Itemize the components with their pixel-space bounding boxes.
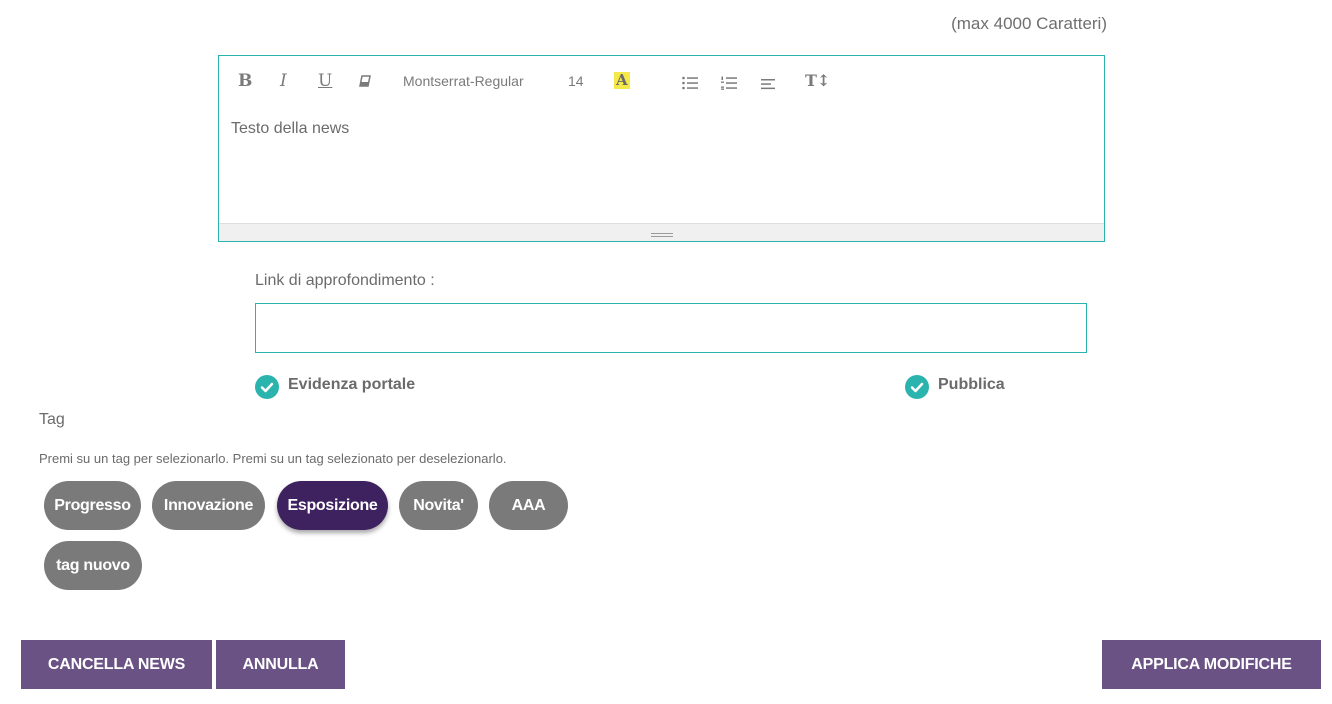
text-size-button[interactable]: T↕ [805,70,830,92]
eraser-icon[interactable] [358,73,372,95]
pubblica-label: Pubblica [938,376,1005,393]
tag-tag-nuovo[interactable]: tag nuovo [44,541,142,590]
font-family-select[interactable]: Montserrat-Regular [403,70,524,92]
tag-aaa[interactable]: AAA [489,481,568,530]
max-chars-note: (max 4000 Caratteri) [951,14,1107,33]
link-label: Link di approfondimento : [255,272,435,289]
editor-resize-bar[interactable] [219,223,1104,241]
numbered-list-icon[interactable] [721,74,737,96]
italic-button[interactable]: I [280,70,287,92]
rich-text-editor[interactable]: B I U Montserrat-Regular 14 A T↕ Testo d… [218,55,1105,242]
link-input[interactable] [255,303,1087,353]
tag-novita[interactable]: Novita' [399,481,478,530]
tag-hint: Premi su un tag per selezionarlo. Premi … [39,451,507,466]
tag-progresso[interactable]: Progresso [44,481,141,530]
cancel-button[interactable]: ANNULLA [216,640,345,689]
tag-innovazione[interactable]: Innovazione [152,481,265,530]
tag-esposizione[interactable]: Esposizione [277,481,388,530]
align-left-icon[interactable] [761,74,775,96]
check-icon [910,382,924,393]
evidenza-label: Evidenza portale [288,376,416,393]
bullet-list-icon[interactable] [682,74,698,96]
apply-changes-button[interactable]: APPLICA MODIFICHE [1102,640,1321,689]
font-size-select[interactable]: 14 [568,70,584,92]
resize-grip-icon[interactable] [651,233,673,234]
delete-news-button[interactable]: CANCELLA NEWS [21,640,212,689]
pubblica-checkbox[interactable] [905,375,929,399]
bold-button[interactable]: B [238,70,252,92]
editor-content[interactable]: Testo della news [231,120,349,138]
editor-toolbar: B I U Montserrat-Regular 14 A T↕ [219,56,1104,106]
check-icon [260,382,274,393]
evidenza-checkbox[interactable] [255,375,279,399]
highlight-color-button[interactable]: A [614,72,630,89]
tag-section-title: Tag [39,411,65,428]
underline-button[interactable]: U [318,70,332,92]
